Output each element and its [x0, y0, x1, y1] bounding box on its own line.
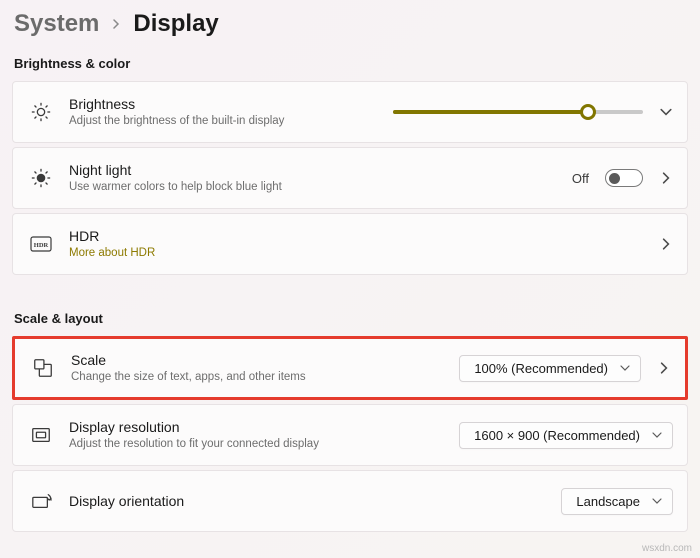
chevron-down-icon	[652, 430, 662, 440]
night-light-toggle[interactable]	[605, 169, 643, 187]
chevron-right-icon[interactable]	[659, 172, 673, 184]
brightness-icon	[27, 101, 55, 123]
hdr-link[interactable]: More about HDR	[69, 245, 659, 261]
orientation-dropdown[interactable]: Landscape	[561, 488, 673, 515]
chevron-right-icon	[111, 19, 121, 29]
brightness-subtitle: Adjust the brightness of the built-in di…	[69, 113, 393, 129]
brightness-card[interactable]: Brightness Adjust the brightness of the …	[12, 81, 688, 143]
scale-subtitle: Change the size of text, apps, and other…	[71, 369, 459, 385]
scale-value: 100% (Recommended)	[474, 361, 608, 376]
orientation-icon	[27, 491, 55, 511]
orientation-card[interactable]: Display orientation Landscape	[12, 470, 688, 532]
watermark: wsxdn.com	[642, 543, 692, 554]
chevron-down-icon	[652, 496, 662, 506]
section-scale-layout: Scale & layout	[14, 311, 688, 326]
hdr-title: HDR	[69, 227, 659, 245]
resolution-subtitle: Adjust the resolution to fit your connec…	[69, 436, 459, 452]
section-brightness-color: Brightness & color	[14, 56, 688, 71]
night-light-status: Off	[572, 171, 589, 186]
orientation-value: Landscape	[576, 494, 640, 509]
brightness-title: Brightness	[69, 95, 393, 113]
night-light-title: Night light	[69, 161, 572, 179]
night-light-card[interactable]: Night light Use warmer colors to help bl…	[12, 147, 688, 209]
svg-text:HDR: HDR	[34, 242, 49, 249]
resolution-dropdown[interactable]: 1600 × 900 (Recommended)	[459, 422, 673, 449]
brightness-slider[interactable]	[393, 102, 643, 122]
scale-title: Scale	[71, 351, 459, 369]
hdr-icon: HDR	[27, 236, 55, 252]
night-light-icon	[27, 167, 55, 189]
chevron-down-icon	[620, 363, 630, 373]
breadcrumb-parent[interactable]: System	[14, 10, 99, 38]
resolution-card[interactable]: Display resolution Adjust the resolution…	[12, 404, 688, 466]
resolution-icon	[27, 424, 55, 446]
resolution-value: 1600 × 900 (Recommended)	[474, 428, 640, 443]
orientation-title: Display orientation	[69, 492, 561, 510]
hdr-card[interactable]: HDR HDR More about HDR	[12, 213, 688, 275]
chevron-right-icon[interactable]	[659, 238, 673, 250]
chevron-down-icon[interactable]	[659, 106, 673, 118]
scale-icon	[29, 357, 57, 379]
scale-dropdown[interactable]: 100% (Recommended)	[459, 355, 641, 382]
resolution-title: Display resolution	[69, 418, 459, 436]
breadcrumb-current: Display	[133, 10, 218, 38]
scale-card[interactable]: Scale Change the size of text, apps, and…	[12, 336, 688, 400]
night-light-subtitle: Use warmer colors to help block blue lig…	[69, 179, 572, 195]
chevron-right-icon[interactable]	[657, 362, 671, 374]
breadcrumb: System Display	[12, 10, 688, 38]
